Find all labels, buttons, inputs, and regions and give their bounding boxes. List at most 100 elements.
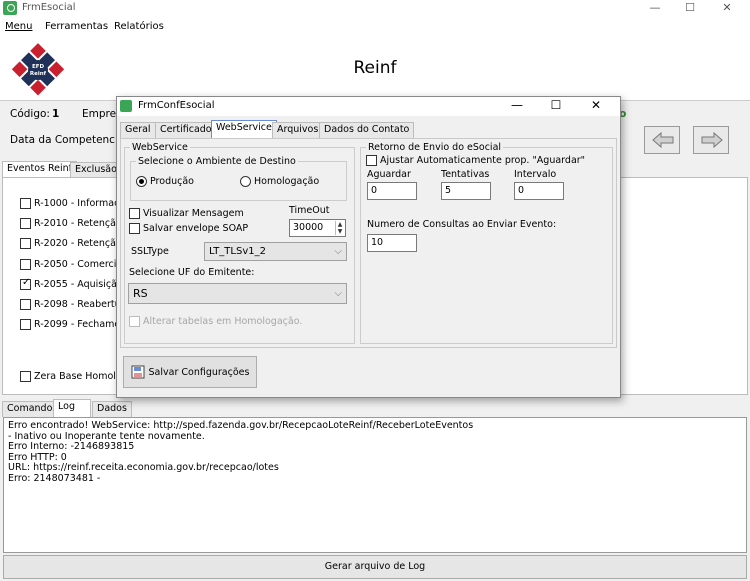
alterar-label: Alterar tabelas em Homologação. — [143, 316, 303, 327]
uf-label: Selecione UF do Emitente: — [129, 267, 255, 278]
alterar-option[interactable]: Alterar tabelas em Homologação. — [129, 316, 302, 327]
menu-bar: Menu Ferramentas Relatórios — [0, 18, 750, 37]
event-r2098[interactable]: R-2098 - Reabertur — [20, 299, 125, 310]
ajustar-option[interactable]: Ajustar Automaticamente prop. "Aguardar" — [366, 155, 585, 166]
arrow-left-icon — [652, 132, 674, 148]
gerar-log-button[interactable]: Gerar arquivo de Log — [3, 555, 747, 579]
dialog-tab-geral[interactable]: Geral — [120, 122, 156, 138]
salvar-configuracoes-label: Salvar Configurações — [148, 366, 250, 378]
next-button[interactable] — [693, 126, 729, 154]
event-r2020[interactable]: R-2020 - Retenção — [20, 238, 122, 249]
ajustar-checkbox[interactable] — [366, 155, 377, 166]
log-line: Erro Interno: -2146893815 — [8, 441, 135, 452]
dialog-minimize-button[interactable]: — — [505, 98, 529, 112]
prev-button[interactable] — [644, 126, 680, 154]
event-label: R-1000 - Informaçõ — [34, 198, 126, 209]
tentativas-input[interactable]: 5 — [441, 182, 491, 200]
zera-checkbox[interactable] — [20, 371, 31, 382]
event-checkbox[interactable] — [20, 299, 31, 310]
consultas-label: Numero de Consultas ao Enviar Evento: — [367, 219, 557, 230]
dialog-title: FrmConfEsocial — [138, 100, 215, 111]
ssltype-value: LT_TLSv1_2 — [209, 246, 266, 257]
log-line: URL: https://reinf.receita.economia.gov.… — [8, 462, 279, 473]
competencia-label: Data da Competencia — [10, 134, 125, 146]
intervalo-input[interactable]: 0 — [514, 182, 564, 200]
event-r2099[interactable]: R-2099 - Fechamen — [20, 319, 126, 330]
event-label: R-2020 - Retenção — [34, 238, 122, 249]
dialog-tab-dados-contato[interactable]: Dados do Contato — [319, 122, 415, 138]
alterar-checkbox[interactable] — [129, 316, 140, 327]
tab-exclusao[interactable]: Exclusão — [70, 162, 122, 178]
tentativas-label: Tentativas — [441, 169, 490, 180]
dialog-maximize-button[interactable]: ☐ — [544, 98, 568, 112]
visualizar-checkbox[interactable] — [129, 208, 140, 219]
radio-homologacao-button[interactable] — [240, 176, 251, 187]
app-icon — [3, 1, 17, 15]
visualizar-option[interactable]: Visualizar Mensagem — [129, 208, 244, 219]
codigo-value: 1 — [52, 108, 60, 120]
intervalo-label: Intervalo — [514, 169, 557, 180]
arrow-right-icon — [701, 132, 723, 148]
salvar-configuracoes-button[interactable]: Salvar Configurações — [123, 356, 257, 388]
config-dialog: FrmConfEsocial — ☐ ✕ Geral Certificado W… — [116, 96, 621, 398]
retorno-group-label: Retorno de Envio do eSocial — [366, 142, 504, 153]
radio-producao[interactable]: Produção — [136, 176, 194, 187]
event-checkbox[interactable] — [20, 218, 31, 229]
event-r1000[interactable]: R-1000 - Informaçõ — [20, 198, 125, 209]
empresa-label: Empre — [82, 108, 117, 120]
event-r2010[interactable]: R-2010 - Retenção — [20, 218, 122, 229]
event-label: R-2099 - Fechamen — [34, 319, 127, 330]
radio-producao-label: Produção — [150, 176, 194, 187]
dialog-tab-webservice[interactable]: WebService — [211, 120, 277, 138]
event-label: R-2050 - Comerciali — [34, 259, 128, 270]
dialog-tab-certificado[interactable]: Certificado — [155, 122, 217, 138]
radio-producao-button[interactable] — [136, 176, 147, 187]
event-checkbox[interactable] — [20, 198, 31, 209]
dialog-tab-arquivos[interactable]: Arquivos — [272, 122, 324, 138]
close-button[interactable]: ✕ — [704, 0, 750, 18]
dialog-titlebar: FrmConfEsocial — ☐ ✕ — [117, 97, 620, 116]
event-r2050[interactable]: R-2050 - Comerciali — [20, 259, 128, 270]
log-textarea[interactable]: Erro encontrado! WebService: http://sped… — [3, 417, 747, 553]
event-label: R-2010 - Retenção — [34, 218, 122, 229]
tab-dados[interactable]: Dados — [92, 401, 132, 417]
menu-item-menu[interactable]: Menu — [5, 21, 32, 32]
zera-base-option[interactable]: Zera Base Homolog — [20, 371, 128, 382]
uf-value: RS — [133, 287, 148, 300]
salvar-envelope-checkbox[interactable] — [129, 223, 140, 234]
save-icon — [131, 365, 145, 379]
spin-icon[interactable]: ▲ ▼ — [335, 221, 344, 235]
timeout-input[interactable]: 30000 ▲ ▼ — [289, 219, 346, 237]
codigo-label: Código: — [10, 108, 50, 120]
dialog-icon — [120, 100, 132, 112]
menu-item-relatorios[interactable]: Relatórios — [114, 21, 164, 32]
chevron-down-icon: ⌵ — [334, 288, 342, 299]
event-checkbox[interactable] — [20, 259, 31, 270]
webservice-group-label: WebService — [130, 142, 190, 153]
aguardar-input[interactable]: 0 — [367, 182, 417, 200]
event-label: R-2098 - Reabertur — [34, 299, 125, 310]
salvar-envelope-option[interactable]: Salvar envelope SOAP — [129, 223, 248, 234]
event-label: R-2055 - Aquisição — [34, 279, 123, 290]
event-checkbox[interactable] — [20, 238, 31, 249]
event-checkbox-checked[interactable] — [20, 279, 31, 290]
radio-homologacao-label: Homologação — [254, 176, 320, 187]
event-r2055[interactable]: R-2055 - Aquisição — [20, 279, 123, 290]
log-line: Erro encontrado! WebService: http://sped… — [8, 420, 474, 431]
window-titlebar: FrmEsocial — ☐ ✕ — [0, 0, 750, 18]
timeout-label: TimeOut — [289, 205, 330, 216]
dialog-close-button[interactable]: ✕ — [584, 98, 608, 112]
tab-log[interactable]: Log — [53, 399, 91, 417]
event-checkbox[interactable] — [20, 319, 31, 330]
zera-label: Zera Base Homolog — [34, 371, 128, 382]
ambiente-group-label: Selecione o Ambiente de Destino — [136, 156, 298, 167]
timeout-value: 30000 — [293, 222, 324, 233]
ajustar-label: Ajustar Automaticamente prop. "Aguardar" — [380, 155, 586, 166]
header-title: Reinf — [353, 58, 397, 78]
consultas-input[interactable]: 10 — [367, 234, 417, 252]
radio-homologacao[interactable]: Homologação — [240, 176, 319, 187]
uf-select[interactable]: RS ⌵ — [128, 283, 347, 304]
menu-item-ferramentas[interactable]: Ferramentas — [45, 21, 108, 32]
ssltype-select[interactable]: LT_TLSv1_2 ⌵ — [204, 242, 347, 261]
visualizar-label: Visualizar Mensagem — [143, 208, 244, 219]
